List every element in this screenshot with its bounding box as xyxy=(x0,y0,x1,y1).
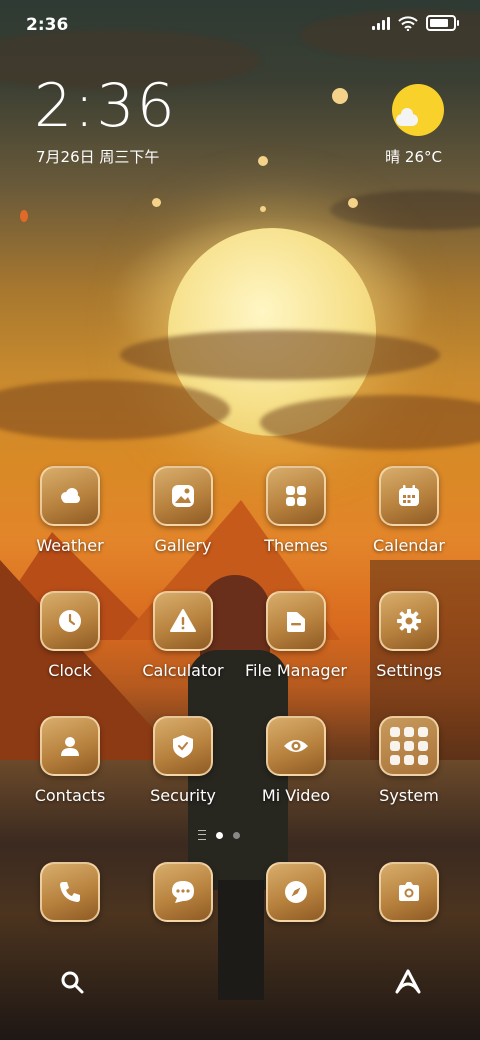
camera-icon[interactable] xyxy=(379,862,439,922)
sun-icon[interactable] xyxy=(392,84,444,136)
gear-icon[interactable] xyxy=(379,591,439,651)
status-bar: 2:36 xyxy=(0,0,480,50)
clock-widget-date[interactable]: 7月26日 周三下午 xyxy=(36,146,159,167)
app-label: System xyxy=(379,786,439,805)
app-label: Contacts xyxy=(34,786,106,805)
dock-camera[interactable] xyxy=(354,862,464,922)
compass-icon[interactable] xyxy=(266,862,326,922)
themes-icon[interactable] xyxy=(266,466,326,526)
app-system-folder[interactable]: System xyxy=(354,716,464,805)
app-label: Clock xyxy=(48,661,92,680)
app-contacts[interactable]: Contacts xyxy=(15,716,125,805)
app-vault-icon[interactable] xyxy=(392,966,424,998)
page-indicator-dot-active[interactable] xyxy=(216,831,223,839)
app-calculator[interactable]: Calculator xyxy=(128,591,238,680)
app-themes[interactable]: Themes xyxy=(241,466,351,555)
app-label: Gallery xyxy=(154,536,212,555)
app-label: Mi Video xyxy=(261,786,331,805)
file-manager-icon[interactable] xyxy=(266,591,326,651)
contacts-icon[interactable] xyxy=(40,716,100,776)
page-indicator[interactable] xyxy=(198,830,240,840)
clock-icon[interactable] xyxy=(40,591,100,651)
battery-icon xyxy=(426,15,459,31)
phone-icon[interactable] xyxy=(40,862,100,922)
folder-icon[interactable] xyxy=(379,716,439,776)
app-clock[interactable]: Clock xyxy=(15,591,125,680)
message-icon[interactable] xyxy=(153,862,213,922)
weather-widget-text[interactable]: 晴 26°C xyxy=(385,146,442,167)
status-icons xyxy=(372,15,459,31)
status-time: 2:36 xyxy=(26,15,69,35)
app-label: Security xyxy=(150,786,216,805)
cloud-icon xyxy=(396,108,418,126)
calendar-icon[interactable] xyxy=(379,466,439,526)
app-label: Weather xyxy=(36,536,104,555)
app-label: File Manager xyxy=(245,661,347,680)
clock-widget-time[interactable]: 2:36 xyxy=(34,76,177,136)
weather-icon[interactable] xyxy=(40,466,100,526)
search-icon[interactable] xyxy=(56,966,88,998)
app-label: Calendar xyxy=(373,536,445,555)
app-security[interactable]: Security xyxy=(128,716,238,805)
app-mi-video[interactable]: Mi Video xyxy=(241,716,351,805)
app-settings[interactable]: Settings xyxy=(354,591,464,680)
signal-icon xyxy=(372,16,390,30)
shield-icon[interactable] xyxy=(153,716,213,776)
page-indicator-minus-one[interactable] xyxy=(198,830,206,840)
app-calendar[interactable]: Calendar xyxy=(354,466,464,555)
dock-messages[interactable] xyxy=(128,862,238,922)
gallery-icon[interactable] xyxy=(153,466,213,526)
app-label: Calculator xyxy=(142,661,224,680)
app-label: Themes xyxy=(264,536,328,555)
wifi-icon xyxy=(398,15,418,31)
app-file-manager[interactable]: File Manager xyxy=(241,591,351,680)
dock-phone[interactable] xyxy=(15,862,125,922)
app-weather[interactable]: Weather xyxy=(15,466,125,555)
app-gallery[interactable]: Gallery xyxy=(128,466,238,555)
dock-browser[interactable] xyxy=(241,862,351,922)
app-label: Settings xyxy=(376,661,442,680)
page-indicator-dot[interactable] xyxy=(233,831,240,839)
calculator-icon[interactable] xyxy=(153,591,213,651)
dock xyxy=(0,862,480,926)
eye-icon[interactable] xyxy=(266,716,326,776)
